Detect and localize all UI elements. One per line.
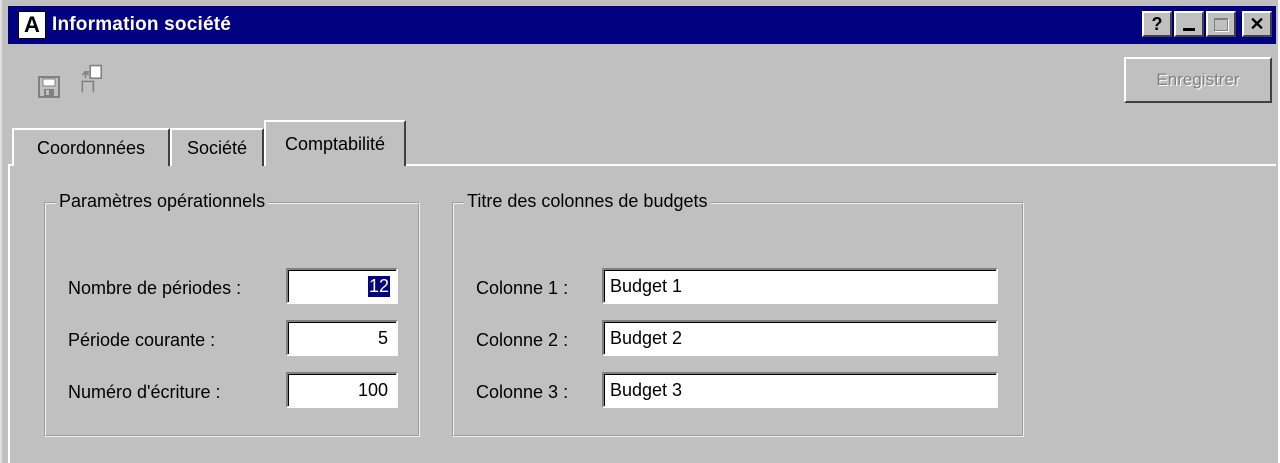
tab-comptabilite[interactable]: Comptabilité xyxy=(264,120,406,166)
entry-number-label: Numéro d'écriture : xyxy=(68,382,221,402)
periods-label: Nombre de périodes : xyxy=(68,278,242,298)
tab-societe[interactable]: Société xyxy=(170,128,264,166)
maximize-button[interactable] xyxy=(1206,11,1236,37)
column-2-label: Colonne 2 : xyxy=(476,330,569,350)
tab-coordonnees[interactable]: Coordonnées xyxy=(12,128,170,166)
enregistrer-button[interactable]: Enregistrer xyxy=(1124,57,1272,103)
title-bar[interactable]: A Information société ? ✕ xyxy=(8,6,1276,44)
minimize-button[interactable] xyxy=(1174,11,1204,37)
window-title: Information société xyxy=(52,14,232,35)
column-3-value: Budget 3 xyxy=(610,380,683,400)
column-3-label: Colonne 3 : xyxy=(476,382,569,402)
save-icon[interactable] xyxy=(36,72,66,102)
maximize-icon xyxy=(1214,17,1228,31)
current-period-value: 5 xyxy=(377,328,388,348)
current-period-field[interactable]: 5 xyxy=(286,320,398,356)
operational-group: Paramètres opérationnels Nombre de pério… xyxy=(44,191,420,437)
column-2-value: Budget 2 xyxy=(610,328,683,348)
operational-group-title: Paramètres opérationnels xyxy=(56,191,269,212)
minimize-icon xyxy=(1183,27,1195,31)
periods-value: 12 xyxy=(367,276,390,297)
entry-number-field[interactable]: 100 xyxy=(286,372,398,408)
entry-number-value: 100 xyxy=(357,380,388,400)
copy-icon[interactable] xyxy=(76,64,106,94)
periods-field[interactable]: 12 xyxy=(286,268,398,304)
tab-content: Paramètres opérationnels Nombre de pério… xyxy=(8,166,1276,463)
help-button[interactable]: ? xyxy=(1142,11,1172,37)
column-2-field[interactable]: Budget 2 xyxy=(602,320,998,356)
current-period-label: Période courante : xyxy=(68,330,216,350)
column-1-label: Colonne 1 : xyxy=(476,278,569,298)
column-1-value: Budget 1 xyxy=(610,276,683,296)
app-icon[interactable]: A xyxy=(18,11,46,39)
budgets-group: Titre des colonnes de budgets Colonne 1 … xyxy=(452,191,1024,437)
dialog-window: A Information société ? ✕ Enregistrer Co… xyxy=(0,0,1278,463)
caption-buttons: ? ✕ xyxy=(1142,11,1272,37)
column-3-field[interactable]: Budget 3 xyxy=(602,372,998,408)
budgets-group-title: Titre des colonnes de budgets xyxy=(464,191,711,212)
close-button[interactable]: ✕ xyxy=(1242,11,1272,37)
column-1-field[interactable]: Budget 1 xyxy=(602,268,998,304)
